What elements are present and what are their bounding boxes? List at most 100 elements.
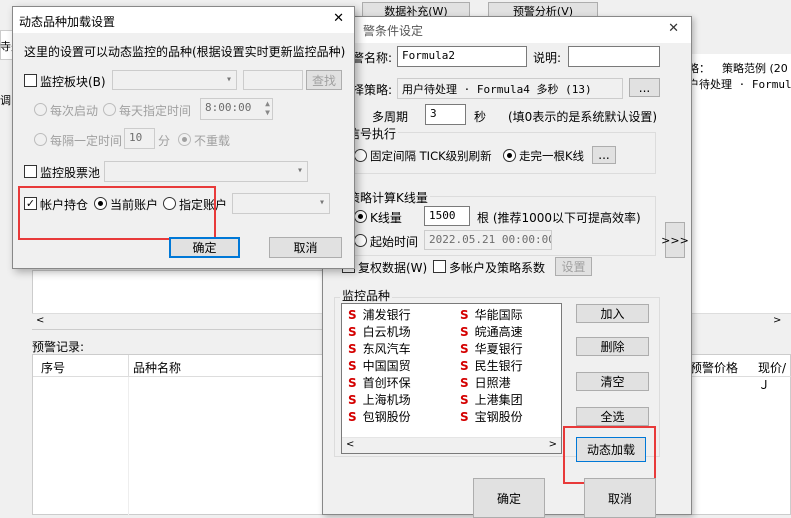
- alert-name-input[interactable]: Formula2: [397, 46, 527, 67]
- dynamic-cancel-button[interactable]: 取消: [269, 237, 342, 258]
- pool-select[interactable]: ▾: [104, 161, 308, 182]
- table-header-name[interactable]: 品种名称: [133, 359, 181, 376]
- list-item[interactable]: S 东风汽车: [348, 340, 411, 357]
- strategy-input[interactable]: 用户待处理 · Formula4 多秒 (13): [397, 78, 623, 99]
- list-item[interactable]: S 上海机场: [348, 391, 411, 408]
- stock-marker-icon: S: [460, 393, 469, 407]
- complete-kline-label[interactable]: 走完一根K线: [519, 148, 584, 164]
- close-icon[interactable]: ✕: [668, 21, 679, 36]
- dialog-title: 警条件设定: [363, 24, 424, 38]
- stock-name: 东风汽车: [362, 342, 411, 356]
- kline-count-input[interactable]: 1500: [424, 206, 470, 226]
- stock-marker-icon: S: [460, 376, 469, 390]
- description-input[interactable]: [568, 46, 660, 67]
- interval-unit: 分: [158, 134, 171, 148]
- stock-marker-icon: S: [348, 376, 357, 390]
- period-input[interactable]: 3: [425, 104, 466, 125]
- background-hscrollbar[interactable]: <: [32, 313, 332, 329]
- kline-count-note: 根 (推荐1000以下可提高效率): [477, 211, 641, 225]
- every-start-radio[interactable]: [34, 103, 47, 116]
- list-item[interactable]: S 宝钢股份: [460, 408, 523, 425]
- fixed-interval-label[interactable]: 固定间隔 TICK级别刷新: [370, 148, 492, 164]
- table-header-alert-price[interactable]: 预警价格: [690, 359, 738, 376]
- dynamic-dialog-title: 动态品种加载设置: [19, 15, 116, 29]
- list-item[interactable]: S 华能国际: [460, 306, 523, 323]
- stock-name: 白云机场: [362, 325, 411, 339]
- list-item[interactable]: S 包钢股份: [348, 408, 411, 425]
- add-button[interactable]: 加入: [576, 304, 649, 323]
- signal-settings-button[interactable]: ...: [592, 146, 616, 164]
- stock-marker-icon: S: [348, 325, 357, 339]
- block-select[interactable]: ▾: [112, 70, 237, 90]
- every-day-time-label[interactable]: 每天指定时间: [119, 102, 191, 119]
- delete-button[interactable]: 删除: [576, 337, 649, 356]
- monitor-block-checkbox[interactable]: [24, 74, 37, 87]
- every-interval-radio[interactable]: [34, 133, 47, 146]
- description-label: 说明:: [533, 51, 562, 65]
- expand-button[interactable]: >>>: [661, 222, 689, 258]
- list-item[interactable]: S 华夏银行: [460, 340, 523, 357]
- start-time-label[interactable]: 起始时间: [370, 233, 418, 250]
- dialog-titlebar[interactable]: 警条件设定 ✕: [323, 17, 691, 43]
- background-right-hscrollbar[interactable]: >: [685, 313, 791, 329]
- monitor-block-label[interactable]: 监控板块(B): [40, 73, 106, 90]
- dynamic-dialog-titlebar[interactable]: 动态品种加载设置 ✕: [13, 7, 354, 33]
- condition-ok-button[interactable]: 确定: [473, 478, 545, 518]
- list-hscrollbar[interactable]: < >: [342, 437, 561, 453]
- dynamic-close-icon[interactable]: ✕: [333, 11, 344, 26]
- no-reload-radio[interactable]: [178, 133, 191, 146]
- start-time-input[interactable]: 2022.05.21 00:00:00: [424, 230, 552, 250]
- alert-table-header: 序号 品种名称: [33, 355, 333, 377]
- table-header-index[interactable]: 序号: [41, 359, 65, 376]
- stock-marker-icon: S: [348, 410, 357, 424]
- scroll-right-arrow-icon[interactable]: >: [773, 315, 781, 326]
- strategy-browse-button[interactable]: ...: [629, 78, 660, 97]
- select-all-button[interactable]: 全选: [576, 407, 649, 426]
- time-input[interactable]: 8:00:00 ▲ ▼: [200, 98, 273, 120]
- list-scroll-right-icon[interactable]: >: [549, 439, 557, 450]
- spin-icon[interactable]: ▲ ▼: [265, 99, 270, 117]
- list-item[interactable]: S 皖通高速: [460, 323, 523, 340]
- list-item[interactable]: S 民生银行: [460, 357, 523, 374]
- list-item[interactable]: S 日照港: [460, 374, 523, 391]
- every-day-time-radio[interactable]: [103, 103, 116, 116]
- complete-kline-radio[interactable]: [503, 149, 516, 162]
- stock-marker-icon: S: [460, 342, 469, 356]
- monitor-products-list[interactable]: S 浦发银行 S 白云机场 S 东风汽车 S 中国国贸 S 首创环保 S 上海机场 S 包钢股份 S 华能国…: [341, 303, 562, 454]
- list-scroll-left-icon[interactable]: <: [346, 439, 354, 450]
- monitor-pool-label[interactable]: 监控股票池: [40, 164, 100, 181]
- table-column-divider: [128, 377, 129, 516]
- list-item[interactable]: S 上港集团: [460, 391, 523, 408]
- search-button[interactable]: 查找: [306, 70, 342, 90]
- scroll-left-arrow-icon[interactable]: <: [36, 315, 44, 326]
- multi-account-checkbox[interactable]: [433, 260, 446, 273]
- condition-cancel-button[interactable]: 取消: [584, 478, 656, 518]
- setting-button[interactable]: 设置: [555, 257, 592, 276]
- list-item[interactable]: S 白云机场: [348, 323, 411, 340]
- dynamic-ok-button[interactable]: 确定: [169, 237, 240, 258]
- no-reload-label[interactable]: 不重载: [194, 132, 230, 149]
- fixed-interval-radio[interactable]: [354, 149, 367, 162]
- stock-name: 首创环保: [362, 376, 411, 390]
- monitor-pool-checkbox[interactable]: [24, 165, 37, 178]
- restore-data-label[interactable]: 复权数据(W): [358, 259, 427, 276]
- dynamic-description: 这里的设置可以动态监控的品种(根据设置实时更新监控品种): [24, 45, 346, 59]
- stock-marker-icon: S: [348, 359, 357, 373]
- every-start-label[interactable]: 每次启动: [50, 102, 98, 119]
- list-item[interactable]: S 首创环保: [348, 374, 411, 391]
- background-strategy-value: 策略范例 (20: [722, 62, 788, 75]
- clear-button[interactable]: 清空: [576, 372, 649, 391]
- kline-count-radio[interactable]: [354, 210, 367, 223]
- list-item[interactable]: S 中国国贸: [348, 357, 411, 374]
- table-header-current-price[interactable]: 现价/Ｊ: [758, 359, 791, 393]
- start-time-radio[interactable]: [354, 234, 367, 247]
- block-text-input[interactable]: [243, 70, 303, 90]
- interval-input[interactable]: 10: [124, 128, 155, 149]
- stock-list-left-column: S 浦发银行 S 白云机场 S 东风汽车 S 中国国贸 S 首创环保 S 上海机场 S 包钢股份: [348, 306, 411, 425]
- account-select[interactable]: ▾: [232, 193, 330, 214]
- stock-name: 华能国际: [474, 308, 523, 322]
- kline-count-label[interactable]: K线量: [370, 209, 402, 226]
- list-item[interactable]: S 浦发银行: [348, 306, 411, 323]
- every-interval-label[interactable]: 每隔一定时间: [50, 132, 122, 149]
- multi-account-label[interactable]: 多帐户及策略系数: [449, 259, 545, 276]
